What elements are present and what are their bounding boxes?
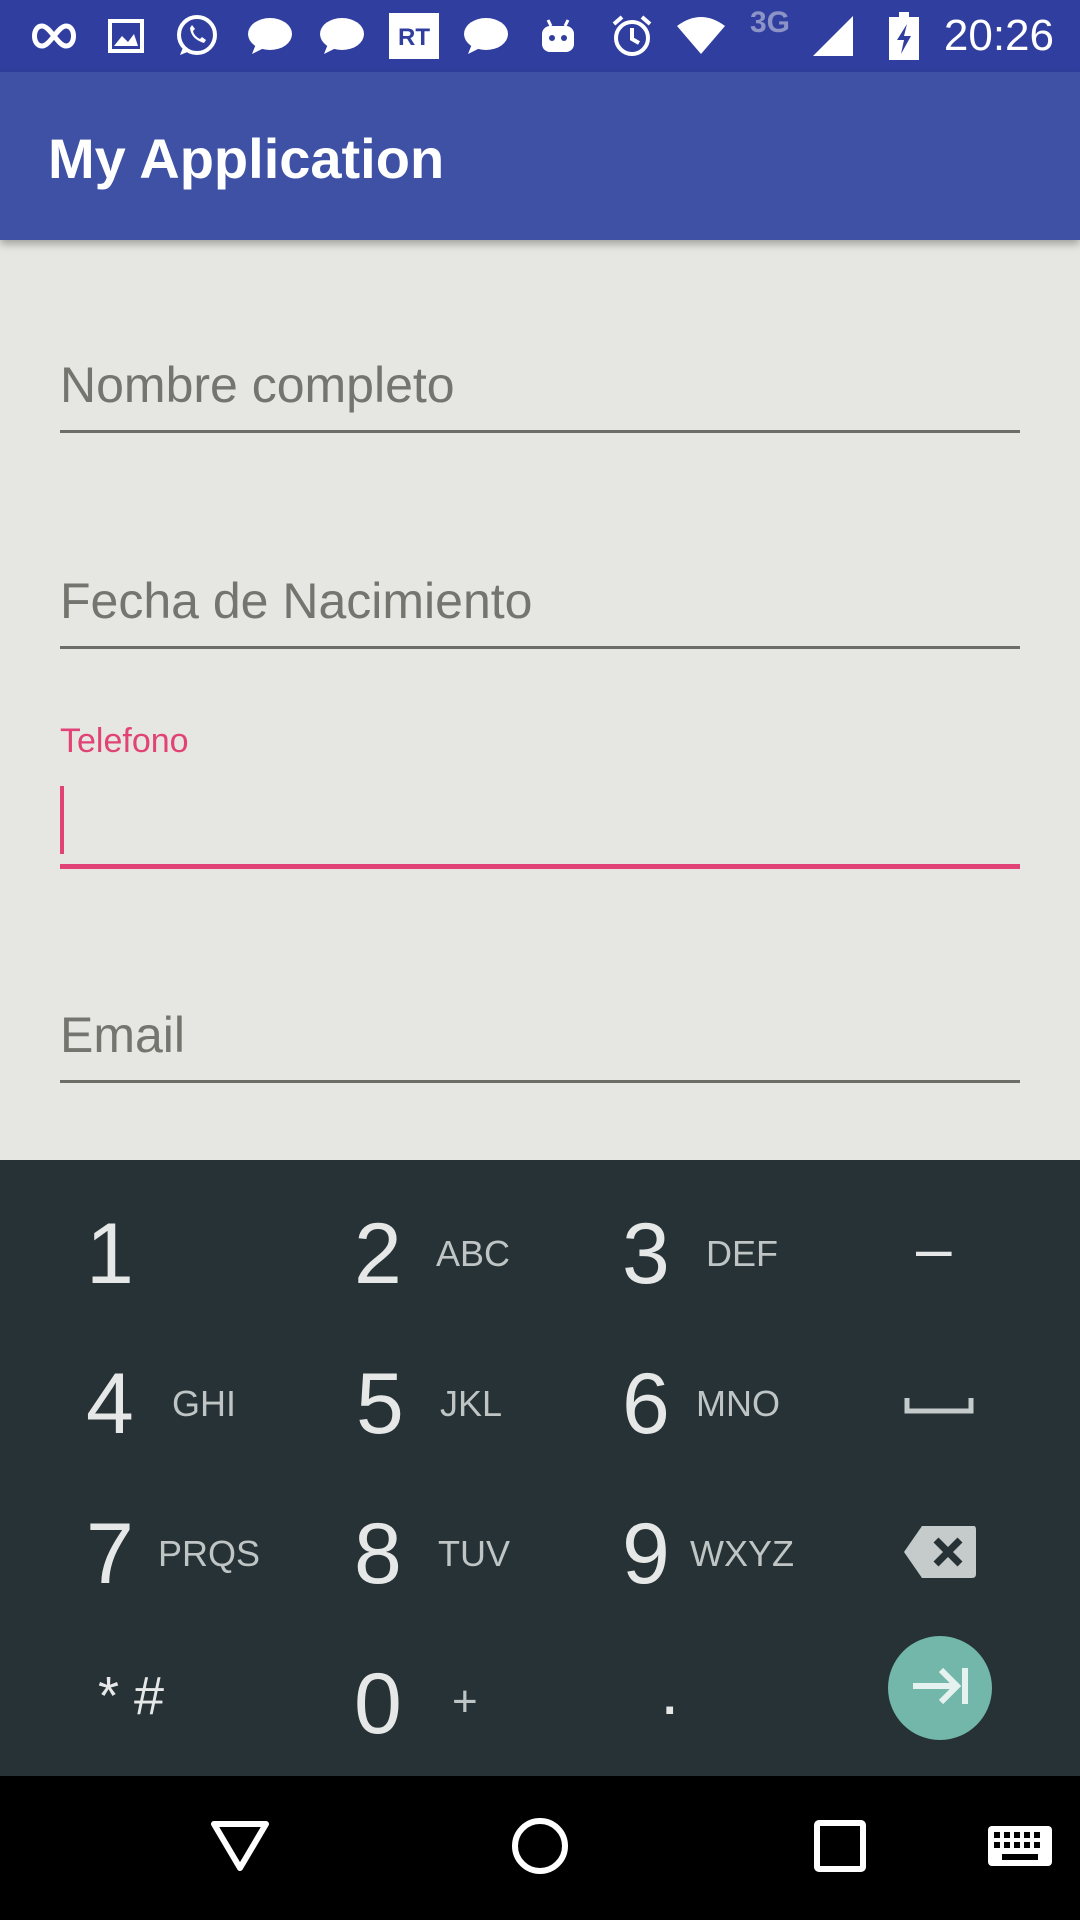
keyboard-icon <box>988 1824 1052 1873</box>
key-letters: JKL <box>440 1383 503 1424</box>
key-digit: 1 <box>86 1206 134 1302</box>
key-letters: TUV <box>438 1533 510 1574</box>
navigation-bar <box>0 1776 1080 1920</box>
nombre-completo-placeholder: Nombre completo <box>60 357 455 413</box>
alarm-icon <box>608 14 656 58</box>
recents-button[interactable] <box>780 1776 900 1920</box>
key-5[interactable]: 5 JKL <box>270 1330 540 1480</box>
key-dash[interactable]: – <box>810 1182 1080 1332</box>
back-button[interactable] <box>180 1776 300 1920</box>
nombre-completo-field[interactable]: Nombre completo <box>60 350 1020 434</box>
chat-bubble-icon <box>316 14 368 58</box>
wifi-icon <box>674 14 728 58</box>
key-letters: PRQS <box>158 1533 261 1574</box>
signal-icon <box>810 14 856 58</box>
app-title: My Application <box>48 127 445 190</box>
field-underline <box>60 1080 1020 1083</box>
field-underline <box>60 646 1020 649</box>
key-3[interactable]: 3 DEF <box>540 1182 810 1332</box>
key-digit: 2 <box>354 1206 402 1302</box>
keyboard-switch-button[interactable] <box>960 1776 1080 1920</box>
key-digit: * # <box>98 1666 165 1726</box>
android-icon <box>536 14 580 58</box>
space-key[interactable] <box>810 1330 1080 1480</box>
telefono-field[interactable] <box>60 770 1020 870</box>
battery-charging-icon <box>884 12 924 60</box>
key-4[interactable]: 4 GHI <box>0 1330 270 1480</box>
key-letters: + <box>452 1677 478 1726</box>
chat-bubble-icon <box>460 14 512 58</box>
next-field-button[interactable] <box>888 1636 992 1740</box>
key-letters: DEF <box>706 1233 778 1274</box>
image-icon <box>104 14 148 58</box>
home-icon <box>510 1816 570 1881</box>
key-star-hash[interactable]: * # <box>0 1626 270 1776</box>
fecha-nacimiento-placeholder: Fecha de Nacimiento <box>60 573 533 629</box>
key-6[interactable]: 6 MNO <box>540 1330 810 1480</box>
email-field[interactable]: Email <box>60 1000 1020 1084</box>
clock: 20:26 <box>943 11 1054 60</box>
key-digit: 3 <box>622 1206 670 1302</box>
active-field-underline <box>60 864 1020 869</box>
key-digit: 9 <box>622 1506 670 1602</box>
key-letters: ABC <box>436 1233 511 1274</box>
key-digit: 5 <box>356 1356 404 1452</box>
key-9[interactable]: 9 WXYZ <box>540 1478 810 1628</box>
chat-bubble-icon <box>244 14 296 58</box>
whatsapp-icon <box>172 14 222 58</box>
backspace-key[interactable] <box>810 1478 1080 1628</box>
key-letters: WXYZ <box>690 1533 794 1574</box>
key-digit: 4 <box>86 1356 134 1452</box>
key-1[interactable]: 1 <box>0 1182 270 1332</box>
key-digit: . <box>660 1651 680 1729</box>
key-letters: GHI <box>172 1383 237 1424</box>
infinity-icon <box>28 14 80 58</box>
fecha-nacimiento-field[interactable]: Fecha de Nacimiento <box>60 566 1020 650</box>
key-8[interactable]: 8 TUV <box>270 1478 540 1628</box>
backspace-icon <box>902 1524 978 1585</box>
network-type: 3G <box>750 6 791 39</box>
svg-text:RT: RT <box>398 24 430 51</box>
email-placeholder: Email <box>60 1007 186 1063</box>
key-digit: 7 <box>86 1506 134 1602</box>
key-0[interactable]: 0 + <box>270 1626 540 1776</box>
key-2[interactable]: 2 ABC <box>270 1182 540 1332</box>
app-bar: My Application <box>0 72 1080 240</box>
key-digit: – <box>916 1212 952 1284</box>
status-bar: RT 3G 20:26 <box>0 0 1080 72</box>
key-digit: 6 <box>622 1356 670 1452</box>
key-period[interactable]: . <box>540 1626 810 1776</box>
key-7[interactable]: 7 PRQS <box>0 1478 270 1628</box>
rt-news-icon: RT <box>388 13 440 59</box>
back-icon <box>210 1820 270 1877</box>
text-cursor <box>60 786 64 854</box>
key-digit: 0 <box>354 1656 402 1752</box>
field-underline <box>60 430 1020 433</box>
next-field-icon <box>909 1664 971 1713</box>
telefono-label: Telefono <box>60 722 189 760</box>
home-button[interactable] <box>480 1776 600 1920</box>
key-letters: MNO <box>696 1383 780 1424</box>
key-digit: 8 <box>354 1506 402 1602</box>
recents-icon <box>813 1819 867 1878</box>
space-icon <box>904 1396 974 1421</box>
